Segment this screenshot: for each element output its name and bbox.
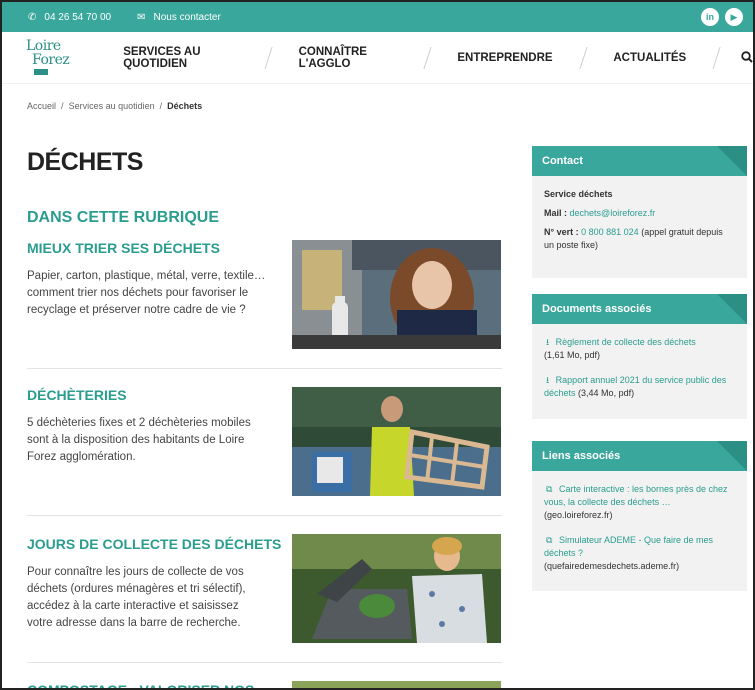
- section-heading: DANS CETTE RUBRIQUE: [27, 209, 220, 226]
- phone-vert-link[interactable]: 0 800 881 024: [581, 227, 639, 237]
- contact-service: Service déchets: [544, 189, 613, 199]
- breadcrumb-current: Déchets: [167, 101, 203, 111]
- links-card: Liens associés ⧉ Carte interactive : les…: [532, 441, 747, 591]
- download-icon: ⭳: [546, 375, 550, 385]
- nav-item-agglo[interactable]: CONNAÎTRE L'AGGLO: [285, 46, 411, 70]
- nav-item-services[interactable]: SERVICES AU QUOTIDIEN: [109, 46, 252, 70]
- menu: SERVICES AU QUOTIDIEN CONNAÎTRE L'AGGLO …: [109, 46, 753, 70]
- mail-label: Mail :: [544, 208, 568, 218]
- link-item[interactable]: ⧉ Carte interactive : les bornes près de…: [544, 483, 735, 522]
- top-bar: ✆ 04 26 54 70 00 ✉ Nous contacter in ▶: [2, 2, 753, 32]
- list-item[interactable]: DÉCHÈTERIES 5 déchèteries fixes et 2 déc…: [27, 387, 502, 497]
- related-link[interactable]: Simulateur ADEME - Que faire de mes déch…: [544, 535, 713, 558]
- document-link[interactable]: Règlement de collecte des déchets: [556, 337, 696, 347]
- document-meta: (3,44 Mo, pdf): [578, 388, 635, 398]
- link-item[interactable]: ⧉ Simulateur ADEME - Que faire de mes dé…: [544, 534, 735, 573]
- document-item[interactable]: ⭳ Rapport annuel 2021 du service public …: [544, 374, 735, 400]
- document-link[interactable]: Rapport annuel 2021 du service public de…: [544, 375, 726, 398]
- entry-desc: Pour connaître les jours de collecte de …: [27, 566, 246, 629]
- divider: [27, 368, 502, 369]
- entry-title[interactable]: MIEUX TRIER SES DÉCHETS: [27, 240, 220, 256]
- linkedin-icon[interactable]: in: [701, 8, 719, 26]
- link-meta: (quefairedemesdechets.ademe.fr): [544, 561, 680, 571]
- photo-dechetterie-worker[interactable]: [292, 387, 501, 496]
- card-corner: [717, 146, 747, 176]
- download-icon: ⭳: [546, 337, 550, 347]
- contact-card: Contact Service déchets Mail : dechets@l…: [532, 146, 747, 278]
- card-corner: [717, 294, 747, 324]
- list-item[interactable]: MIEUX TRIER SES DÉCHETS Papier, carton, …: [27, 240, 502, 350]
- breadcrumb-sep: /: [61, 101, 64, 111]
- divider: [27, 662, 502, 663]
- phone-number: 04 26 54 70 00: [44, 11, 112, 23]
- page-frame: ✆ 04 26 54 70 00 ✉ Nous contacter in ▶ L…: [0, 0, 755, 690]
- logo-mark: [34, 68, 48, 75]
- entry-desc: Papier, carton, plastique, métal, verre,…: [27, 270, 266, 316]
- card-corner: [717, 441, 747, 471]
- link-meta: (geo.loireforez.fr): [544, 510, 613, 520]
- contact-label: Nous contacter: [153, 11, 221, 23]
- card-title: Contact: [542, 155, 583, 167]
- photo-compost[interactable]: [292, 681, 501, 690]
- card-title: Liens associés: [542, 450, 621, 462]
- breadcrumb: Accueil / Services au quotidien / Déchet…: [27, 101, 202, 111]
- list-item[interactable]: JOURS DE COLLECTE DES DÉCHETS Pour conna…: [27, 534, 502, 646]
- contact-link[interactable]: ✉ Nous contacter: [137, 12, 221, 23]
- related-link[interactable]: Carte interactive : les bornes près de c…: [544, 484, 728, 507]
- breadcrumb-parent[interactable]: Services au quotidien: [69, 101, 155, 111]
- card-title: Documents associés: [542, 303, 652, 315]
- entry-title[interactable]: JOURS DE COLLECTE DES DÉCHETS: [27, 536, 281, 552]
- card-header: Documents associés: [532, 294, 747, 324]
- page-title: DÉCHETS: [27, 148, 143, 176]
- logo-line2: Forez: [32, 51, 70, 68]
- card-header: Liens associés: [532, 441, 747, 471]
- list-item[interactable]: COMPOSTAGE : VALORISER NOS: [27, 681, 502, 690]
- document-meta: (1,61 Mo, pdf): [544, 350, 601, 360]
- nav-item-entreprendre[interactable]: ENTREPRENDRE: [443, 52, 566, 64]
- document-item[interactable]: ⭳ Règlement de collecte des déchets (1,6…: [544, 336, 735, 362]
- entry-desc: 5 déchèteries fixes et 2 déchèteries mob…: [27, 417, 251, 463]
- photo-girl-recycling[interactable]: [292, 240, 501, 349]
- nav-item-actualites[interactable]: ACTUALITÉS: [599, 52, 700, 64]
- entry-title[interactable]: COMPOSTAGE : VALORISER NOS: [27, 682, 254, 688]
- external-link-icon: ⧉: [546, 484, 553, 494]
- documents-card: Documents associés ⭳ Règlement de collec…: [532, 294, 747, 419]
- breadcrumb-home[interactable]: Accueil: [27, 101, 56, 111]
- phone-link[interactable]: ✆ 04 26 54 70 00: [28, 12, 111, 23]
- external-link-icon: ⧉: [546, 535, 553, 545]
- search-icon[interactable]: [741, 50, 753, 66]
- photo-child-trash-bin[interactable]: [292, 534, 501, 643]
- card-header: Contact: [532, 146, 747, 176]
- main-nav: Loire Forez SERVICES AU QUOTIDIEN CONNAÎ…: [2, 32, 753, 84]
- nav-separator: [264, 46, 273, 69]
- mail-link[interactable]: dechets@loireforez.fr: [570, 208, 656, 218]
- nav-separator: [422, 46, 431, 69]
- nav-separator: [712, 46, 721, 69]
- breadcrumb-sep: /: [159, 101, 163, 111]
- vert-label: N° vert :: [544, 227, 579, 237]
- loire-forez-logo[interactable]: Loire Forez: [26, 36, 81, 80]
- entry-title[interactable]: DÉCHÈTERIES: [27, 387, 127, 403]
- divider: [27, 515, 502, 516]
- mail-icon: ✉: [137, 11, 146, 23]
- nav-separator: [579, 46, 587, 69]
- phone-icon: ✆: [28, 11, 37, 23]
- youtube-icon[interactable]: ▶: [725, 8, 743, 26]
